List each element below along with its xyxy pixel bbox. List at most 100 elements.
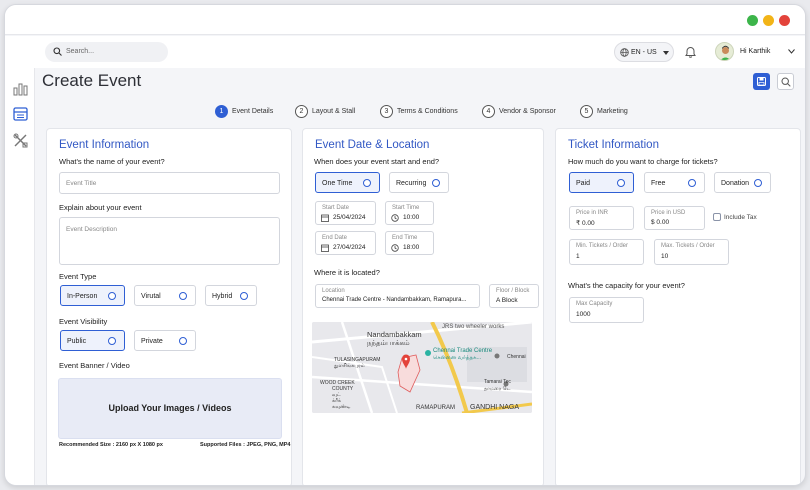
window-red-button[interactable] (779, 15, 790, 26)
calendar-icon (321, 244, 329, 252)
price-inr-input[interactable]: Price in INR ₹ 0.00 (569, 206, 634, 230)
event-banner-label: Event Banner / Video (59, 361, 130, 370)
event-information-panel: Event Information What's the name of you… (46, 128, 292, 485)
field-label: Price in USD (651, 210, 686, 216)
event-type-virtual[interactable]: Virutal (134, 285, 196, 306)
map-label-ramapuram: RAMAPURAM (416, 405, 456, 411)
map-label-tamarai-tamil: தாமரை டெ (484, 386, 511, 392)
start-time-field[interactable]: Start Time 10:00 (385, 201, 434, 225)
max-tickets-input[interactable]: Max. Tickets / Order 10 (654, 239, 729, 265)
field-label: Max. Tickets / Order (661, 243, 715, 249)
notification-bell-icon[interactable] (685, 46, 696, 58)
radio-label: One Time (322, 180, 353, 187)
step-number: 3 (380, 105, 393, 118)
step-label: Vendor & Sponsor (499, 108, 556, 115)
location-value: Chennai Trade Centre - Nandambakkam, Ram… (322, 297, 467, 303)
search-icon (781, 77, 791, 87)
top-bar: Search... EN - US Hi Karthik (5, 36, 805, 68)
end-date-field[interactable]: End Date 27/04/2024 (315, 231, 376, 255)
step-number: 5 (580, 105, 593, 118)
min-tickets-input[interactable]: Min. Tickets / Order 1 (569, 239, 644, 265)
user-greeting: Hi Karthik (740, 48, 771, 55)
max-capacity-input[interactable]: Max Capacity 1000 (569, 297, 644, 323)
title-bar (5, 5, 805, 35)
map-label-jrs: JRS two wheeler works (442, 324, 505, 330)
price-usd-input[interactable]: Price in USD $ 0.00 (644, 206, 705, 230)
end-time-field[interactable]: End Time 18:00 (385, 231, 434, 255)
radio-circle (617, 179, 625, 187)
radio-label: Virutal (141, 293, 161, 300)
field-label: Start Date (322, 205, 350, 211)
language-selector[interactable]: EN - US (614, 42, 674, 62)
window-green-button[interactable] (747, 15, 758, 26)
ticket-information-panel: Ticket Information How much do you want … (555, 128, 801, 485)
radio-label: Private (141, 338, 163, 345)
radio-circle (754, 179, 762, 187)
radio-label: Hybrid (212, 293, 233, 300)
event-type-hybrid[interactable]: Hybrid (205, 285, 257, 306)
map-label-ctc: Chennai Trade Centre (433, 348, 493, 354)
end-date-value: 27/04/2024 (333, 244, 366, 251)
event-type-label: Event Type (59, 272, 97, 281)
panel-title: Ticket Information (568, 139, 659, 151)
radio-label: Public (67, 338, 87, 345)
page-search-button[interactable] (777, 73, 794, 90)
floor-block-input[interactable]: Floor / Block A Block (489, 284, 539, 308)
search-icon (53, 47, 62, 56)
user-menu[interactable]: Hi Karthik (715, 42, 803, 62)
radio-label: Donation (721, 180, 750, 187)
page-title: Create Event (42, 71, 142, 90)
visibility-private[interactable]: Private (134, 330, 196, 351)
search-input[interactable]: Search... (45, 42, 168, 62)
save-button[interactable] (753, 73, 770, 90)
tools-icon[interactable] (13, 133, 28, 148)
radio-circle (432, 179, 440, 187)
progress-stepper: 1 Event Details 2 Layout & Stall 3 Terms & … (215, 105, 635, 121)
calendar-icon[interactable] (13, 106, 28, 121)
event-description-placeholder: Event Description (66, 226, 117, 233)
end-time-value: 18:00 (403, 244, 420, 251)
radio-circle (179, 292, 187, 300)
location-question: Where it is located? (314, 268, 380, 277)
clock-icon (391, 214, 399, 222)
radio-circle (240, 292, 248, 300)
start-date-value: 25/04/2024 (333, 214, 366, 221)
event-description-textarea[interactable]: Event Description (59, 217, 280, 265)
step-label: Layout & Stall (312, 108, 356, 115)
event-title-placeholder: Event Title (66, 180, 97, 187)
avatar (715, 42, 734, 61)
map-label-county-tamil: கவுண்டி (332, 404, 351, 410)
map-label-place-tamil: நந்தம்பாக்கம் (367, 340, 410, 347)
ticket-type-paid[interactable]: Paid (569, 172, 634, 193)
radio-label: Recurring (396, 180, 427, 187)
calendar-icon (321, 214, 329, 222)
upload-dropzone[interactable]: Upload Your Images / Videos (58, 378, 282, 439)
clock-icon (391, 244, 399, 252)
capacity-question: What's the capacity for your event? (568, 281, 685, 290)
location-map[interactable]: Nandambakkam நந்தம்பாக்கம் JRS two wheel… (312, 322, 532, 413)
map-label-tulasi-tamil: துளசிங்கபுரம் (334, 363, 365, 369)
visibility-public[interactable]: Public (60, 330, 125, 351)
language-label: EN - US (631, 49, 657, 56)
ticket-type-donation[interactable]: Donation (714, 172, 771, 193)
window-yellow-button[interactable] (763, 15, 774, 26)
app-window: Search... EN - US Hi Karthik Create Even… (4, 4, 806, 486)
start-date-field[interactable]: Start Date 25/04/2024 (315, 201, 376, 225)
analytics-icon[interactable] (13, 81, 28, 96)
ticket-type-free[interactable]: Free (644, 172, 705, 193)
search-placeholder: Search... (66, 48, 95, 55)
step-number: 2 (295, 105, 308, 118)
recommended-size-note: Recommended Size : 2160 px X 1080 px (59, 442, 163, 448)
event-type-in-person[interactable]: In-Person (60, 285, 125, 306)
max-tickets-value: 10 (661, 253, 669, 260)
include-tax-checkbox[interactable] (713, 213, 721, 221)
location-input[interactable]: Location Chennai Trade Centre - Nandamba… (315, 284, 480, 308)
price-usd-value: $ 0.00 (651, 219, 670, 226)
panel-title: Event Date & Location (315, 139, 430, 151)
floor-block-value: A Block (496, 297, 518, 304)
radio-circle (108, 337, 116, 345)
frequency-one-time[interactable]: One Time (315, 172, 380, 193)
frequency-recurring[interactable]: Recurring (389, 172, 449, 193)
event-title-input[interactable]: Event Title (59, 172, 280, 194)
field-label: Floor / Block (496, 288, 530, 294)
